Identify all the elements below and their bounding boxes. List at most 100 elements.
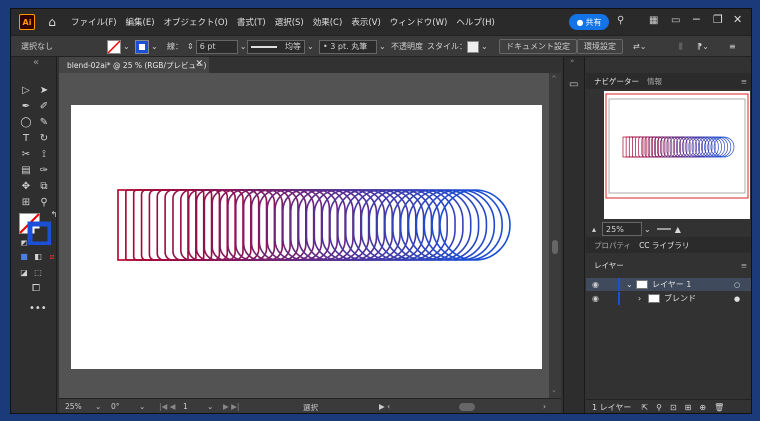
chevron-down-icon[interactable]: ⌄ [207,402,213,411]
chevron-down-icon[interactable]: ⌄ [626,280,633,289]
screen-mode-icon[interactable]: ⬚ [31,267,45,279]
zoom-level[interactable]: 25% [65,402,82,411]
eyedropper-tool-icon[interactable]: ✑ [37,165,51,177]
menu-window[interactable]: ウィンドウ(W) [390,16,448,28]
layers-title[interactable]: レイヤー [594,260,624,271]
visibility-eye-icon[interactable]: ◉ [592,294,599,303]
menu-type[interactable]: 書式(T) [237,16,266,28]
sublayer-name[interactable]: ブレンド [664,293,696,304]
menu-view[interactable]: 表示(V) [351,16,380,28]
menu-file[interactable]: ファイル(F) [71,16,117,28]
navigator-viewport[interactable] [605,93,749,199]
panel-toggle-icon[interactable]: ▭ [671,15,680,26]
menu-edit[interactable]: 編集(E) [126,16,155,28]
zoom-in-icon[interactable]: ▲ [675,225,681,234]
gradient-mode-icon[interactable]: ◧ [31,251,45,263]
opacity-label[interactable]: 不透明度 [391,39,423,54]
menu-help[interactable]: ヘルプ(H) [456,16,495,28]
menu-icon[interactable]: ≡ [729,39,736,54]
none-mode-icon[interactable]: ⧄ [45,251,59,263]
preferences-button[interactable]: 環境設定 [577,39,623,54]
new-layer-icon[interactable]: ⊕ [699,403,706,412]
home-icon[interactable]: ⌂ [45,15,59,29]
maximize-icon[interactable]: ❐ [713,13,723,26]
target-icon[interactable]: ○ [734,281,740,289]
chevron-down-icon[interactable]: ⌄ [240,42,247,51]
blend-tool-icon[interactable]: ⧉ [37,181,51,193]
pen-tool-icon[interactable]: ✒ [19,101,33,113]
minimize-icon[interactable]: ─ [693,13,700,26]
artboard[interactable] [71,105,542,369]
tab-navigator[interactable]: ナビゲーター [594,76,639,87]
menu-select[interactable]: 選択(S) [275,16,304,28]
stroke-swatch[interactable]: ⌄ [135,39,158,54]
navigator-zoom-field[interactable]: 25% [602,222,643,236]
panel-menu-icon[interactable]: ≡ [741,77,747,86]
curvature-tool-icon[interactable]: ✐ [37,101,51,113]
selection-tool-icon[interactable]: ▷ [19,85,33,97]
search-icon[interactable]: ⚲ [617,15,624,26]
stepper-icon[interactable]: ⇕ [187,42,194,51]
color-mode-icon[interactable]: ■ [17,251,31,263]
workspace-icon[interactable]: ▦ [649,15,658,26]
hscroll-thumb[interactable] [459,403,475,411]
layer-row[interactable]: ◉ ⌄ レイヤー 1 ○ [586,278,751,291]
zoom-out-icon[interactable]: ▴ [592,225,596,234]
expand-icon[interactable]: » [570,57,574,65]
puppet-warp-tool-icon[interactable]: ✥ [19,181,33,193]
type-tool-icon[interactable]: T [19,133,33,145]
chevron-right-icon[interactable]: › [638,294,641,303]
clip-icon[interactable]: ⊡ [670,403,677,412]
status-menu-icon[interactable]: ▶ ‹ [379,402,390,411]
share-button[interactable]: ● 共有 [569,14,609,30]
target-icon[interactable]: ● [734,295,740,303]
variable-width-profile[interactable]: 均等 ⌄ [247,39,314,54]
close-icon[interactable]: ✕ [733,13,742,26]
tab-cc-libraries[interactable]: CC ライブラリ [639,240,689,251]
layer-row[interactable]: ◉ › ブレンド ● [586,292,751,305]
canvas-area[interactable] [59,73,561,398]
navigator-preview[interactable] [604,91,750,219]
scroll-down-icon[interactable]: ⌄ [551,386,557,394]
style-swatch[interactable]: ⌄ [467,39,488,54]
comments-icon[interactable]: ▭ [569,79,578,90]
locate-icon[interactable]: ⚲ [656,403,662,412]
layer-name[interactable]: レイヤー 1 [652,279,691,290]
arrange-icon[interactable]: ⇄⌄ [633,39,646,54]
document-tab[interactable]: blend-02ai* @ 25 % (RGB/プレビュー) ✕ [59,57,209,73]
scroll-thumb[interactable] [552,240,558,254]
scissors-tool-icon[interactable]: ✂ [19,149,33,161]
lasso-tool-icon[interactable]: ⟟ [37,149,51,161]
brush-tool-icon[interactable]: ✎ [37,117,51,129]
default-colors-icon[interactable]: ◩ [17,237,31,249]
edit-toolbar-icon[interactable]: ⧠ [29,283,43,295]
chevron-down-icon[interactable]: ⌄ [95,402,101,411]
direct-selection-tool-icon[interactable]: ➤ [37,85,51,97]
rotation-value[interactable]: 0° [111,402,120,411]
next-artboard-icon[interactable]: ▶ ▶| [223,402,239,411]
more-tools-icon[interactable]: ••• [29,303,47,315]
export-icon[interactable]: ⇱ [641,403,648,412]
draw-mode-icon[interactable]: ◪ [17,267,31,279]
align-icon[interactable]: ⫼ [679,39,683,54]
delete-icon[interactable]: 🗑 [714,403,724,412]
blend-object[interactable] [71,105,542,369]
vertical-scrollbar[interactable]: ^ ⌄ [549,73,561,398]
gradient-tool-icon[interactable]: ▤ [19,165,33,177]
brush-definition[interactable]: • 3 pt. 丸筆 ⌄ [319,39,386,54]
zoom-tool-icon[interactable]: ⚲ [37,197,51,209]
stroke-weight-value[interactable]: 6 pt [195,39,238,54]
chevron-down-icon[interactable]: ⌄ [139,402,145,411]
collapse-icon[interactable]: « [29,57,43,69]
menu-effect[interactable]: 効果(C) [313,16,343,28]
artboard-tool-icon[interactable]: ⊞ [19,197,33,209]
tab-info[interactable]: 情報 [647,76,662,87]
menu-object[interactable]: オブジェクト(O) [164,16,228,28]
transform-icon[interactable]: ⁋⌄ [697,39,709,54]
scroll-right-icon[interactable]: › [543,402,546,411]
chevron-down-icon[interactable]: ⌄ [644,225,651,234]
new-sublayer-icon[interactable]: ⊞ [685,403,692,412]
zoom-slider[interactable] [656,228,671,230]
ellipse-tool-icon[interactable]: ◯ [19,117,33,129]
document-setup-button[interactable]: ドキュメント設定 [499,39,577,54]
